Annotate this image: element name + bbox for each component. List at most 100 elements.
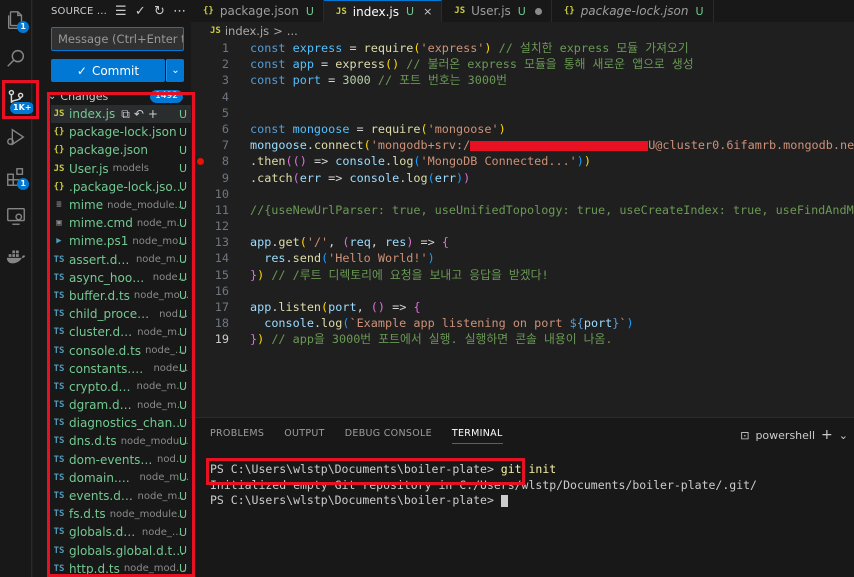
ts-file-icon: TS xyxy=(53,400,65,411)
chevron-down-icon[interactable]: ⌄ xyxy=(839,429,848,442)
editor-tab[interactable]: {} package-lock.json U xyxy=(551,0,714,22)
changed-file-row[interactable]: JS index.js ⧉ ↶ + U xyxy=(51,105,191,124)
terminal-shell-name[interactable]: powershell xyxy=(755,429,815,442)
discard-changes-icon[interactable]: ↶ xyxy=(134,107,144,122)
commit-dropdown-button[interactable]: ⌄ xyxy=(166,59,184,82)
code-token: 'express' xyxy=(420,41,485,55)
commit-button[interactable]: ✓ Commit xyxy=(51,59,165,82)
stage-changes-icon[interactable]: + xyxy=(148,107,158,122)
open-file-icon[interactable]: ⧉ xyxy=(121,107,130,122)
ts-file-icon: TS xyxy=(53,381,65,392)
more-actions-icon[interactable]: ⋯ xyxy=(173,4,186,19)
panel-tab-debug-console[interactable]: DEBUG CONSOLE xyxy=(345,428,432,444)
code-text: const mongoose = require('mongoose') xyxy=(250,121,506,137)
chevron-down-icon: ⌄ xyxy=(48,90,57,102)
terminal-output[interactable]: PS C:\Users\wlstp\Documents\boiler-plate… xyxy=(210,462,757,509)
unsaved-dot-icon[interactable] xyxy=(534,7,542,15)
changed-file-row[interactable]: JS User.js models U xyxy=(51,160,191,178)
tab-label: package.json xyxy=(219,4,299,18)
changed-file-row[interactable]: TS globals.global.d.ts... U xyxy=(51,542,191,560)
code-token: ) xyxy=(427,251,435,266)
line-number: 12 xyxy=(214,219,229,234)
file-name: diagnostics_channe... xyxy=(69,416,187,431)
js-file-icon: JS xyxy=(53,109,65,120)
refresh-icon[interactable]: ↻ xyxy=(154,4,165,19)
line-number: 2 xyxy=(221,57,229,72)
changed-file-row[interactable]: TS diagnostics_channe... U xyxy=(51,414,191,432)
code-token: ) xyxy=(583,154,592,169)
code-token: 3000 xyxy=(342,73,371,88)
breadcrumb-file[interactable]: index.js xyxy=(225,24,269,38)
terminal-command: git init xyxy=(500,462,557,476)
changed-file-row[interactable]: ▣ mime.cmd node_m... U xyxy=(51,214,191,232)
code-token: log xyxy=(392,154,414,169)
close-icon[interactable]: × xyxy=(423,5,432,18)
changed-file-row[interactable]: TS globals.d.ts node_m... U xyxy=(51,523,191,541)
code-line: 7 mongoose.connect('mongodb+srv:/ U@cluste… xyxy=(191,137,854,153)
file-status-badge: U xyxy=(178,398,188,412)
commit-message-input[interactable]: Message (Ctrl+Enter to... xyxy=(51,27,184,51)
changed-file-row[interactable]: TS assert.d.ts node_mo... U xyxy=(51,251,191,269)
editor-tab[interactable]: JS User.js U xyxy=(442,0,552,22)
changes-header[interactable]: ⌄ Changes 1492 xyxy=(48,87,191,105)
ts-file-icon: TS xyxy=(53,563,65,574)
search-icon[interactable] xyxy=(0,38,32,78)
changed-file-row[interactable]: TSdom-events.d.tsnode_...U xyxy=(51,451,191,469)
changed-file-row[interactable]: TS dgram.d.ts node_mo... U xyxy=(51,396,191,414)
changed-file-row[interactable]: TS events.d.ts node_mo... U xyxy=(51,487,191,505)
changed-file-row[interactable]: TSasync_hooks.d.tsnode_m...U xyxy=(51,269,191,287)
file-status-badge: U xyxy=(178,562,188,576)
panel-tab-problems[interactable]: PROBLEMS xyxy=(210,428,264,444)
ts-file-icon: TS xyxy=(53,327,65,338)
code-token: connect xyxy=(313,138,364,153)
docker-icon[interactable] xyxy=(0,236,32,276)
code-line: 10 xyxy=(191,186,854,202)
file-status-badge: U xyxy=(178,416,188,430)
changed-file-row[interactable]: TS crypto.d.ts node_mo... U xyxy=(51,378,191,396)
sidebar-title: SOURCE ... xyxy=(51,5,108,17)
code-token: ${ xyxy=(569,316,584,331)
file-name: http.d.ts xyxy=(69,561,120,576)
panel-tab-terminal[interactable]: TERMINAL xyxy=(451,428,503,444)
changed-file-row[interactable]: TS fs.d.ts node_module... U xyxy=(51,505,191,523)
code-editor[interactable]: 1 const express = require('express') // 설… xyxy=(191,40,854,345)
code-token: . xyxy=(313,316,322,331)
code-text: .catch(err => console.log(err)) xyxy=(250,170,470,186)
changed-file-row[interactable]: TS console.d.ts node_... U xyxy=(51,341,191,359)
editor-tab[interactable]: {} package.json U xyxy=(191,0,324,22)
more-views-icon[interactable]: ☰ xyxy=(115,4,127,19)
source-control-icon[interactable]: 1K+ xyxy=(0,79,35,119)
run-debug-icon[interactable] xyxy=(0,117,32,157)
changed-file-row[interactable]: TS constants.d.ts node_... U xyxy=(51,360,191,378)
line-number: 10 xyxy=(214,186,229,201)
commit-check-icon[interactable]: ✓ xyxy=(135,4,146,19)
changed-file-row[interactable]: TS domain.d.ts node_mo... U xyxy=(51,469,191,487)
changed-file-row[interactable]: {} .package-lock.json... U xyxy=(51,178,191,196)
changed-file-row[interactable]: TS dns.d.ts node_modu... U xyxy=(51,432,191,450)
file-name: domain.d.ts xyxy=(69,470,136,485)
changed-file-row[interactable]: TS cluster.d.ts node_mo... U xyxy=(51,323,191,341)
extensions-icon[interactable]: 1 xyxy=(0,157,32,197)
changed-file-row[interactable]: {} package-lock.json U xyxy=(51,123,191,141)
changed-file-row[interactable]: {} package.json U xyxy=(51,141,191,159)
changed-file-row[interactable]: ≡ mime node_module... U xyxy=(51,196,191,214)
code-text: }) // app을 3000번 포트에서 실행. 실행하면 콘솔 내용이 나옴… xyxy=(250,331,612,345)
code-token: log xyxy=(406,170,428,185)
code-token: => xyxy=(413,235,442,250)
changed-file-row[interactable]: TS http.d.ts node_mod... U xyxy=(51,560,191,577)
changed-file-row[interactable]: ▶ mime.ps1 node_mo... U xyxy=(51,232,191,250)
breadcrumb-tail[interactable]: ... xyxy=(287,24,298,38)
editor-tab[interactable]: JS index.js U × xyxy=(323,0,443,22)
source-control-sidebar: SOURCE ... ☰ ✓ ↻ ⋯ Message (Ctrl+Enter t… xyxy=(33,0,191,577)
terminal-line: Initialized empty Git repository in C:/U… xyxy=(210,478,757,494)
changed-file-row[interactable]: TSchild_process.d.tsnode_...U xyxy=(51,305,191,323)
code-line: 19}) // app을 3000번 포트에서 실행. 실행하면 콘솔 내용이 … xyxy=(191,331,854,345)
code-line: 9 .catch(err => console.log(err)) xyxy=(191,170,854,186)
changed-file-row[interactable]: TS buffer.d.ts node_mo... U xyxy=(51,287,191,305)
remote-explorer-icon[interactable] xyxy=(0,196,32,236)
panel-tab-output[interactable]: OUTPUT xyxy=(284,428,325,444)
new-terminal-icon[interactable]: + xyxy=(821,427,833,443)
explorer-icon[interactable]: 1 xyxy=(0,0,32,40)
code-text: app.listen(port, () => { xyxy=(250,299,421,315)
